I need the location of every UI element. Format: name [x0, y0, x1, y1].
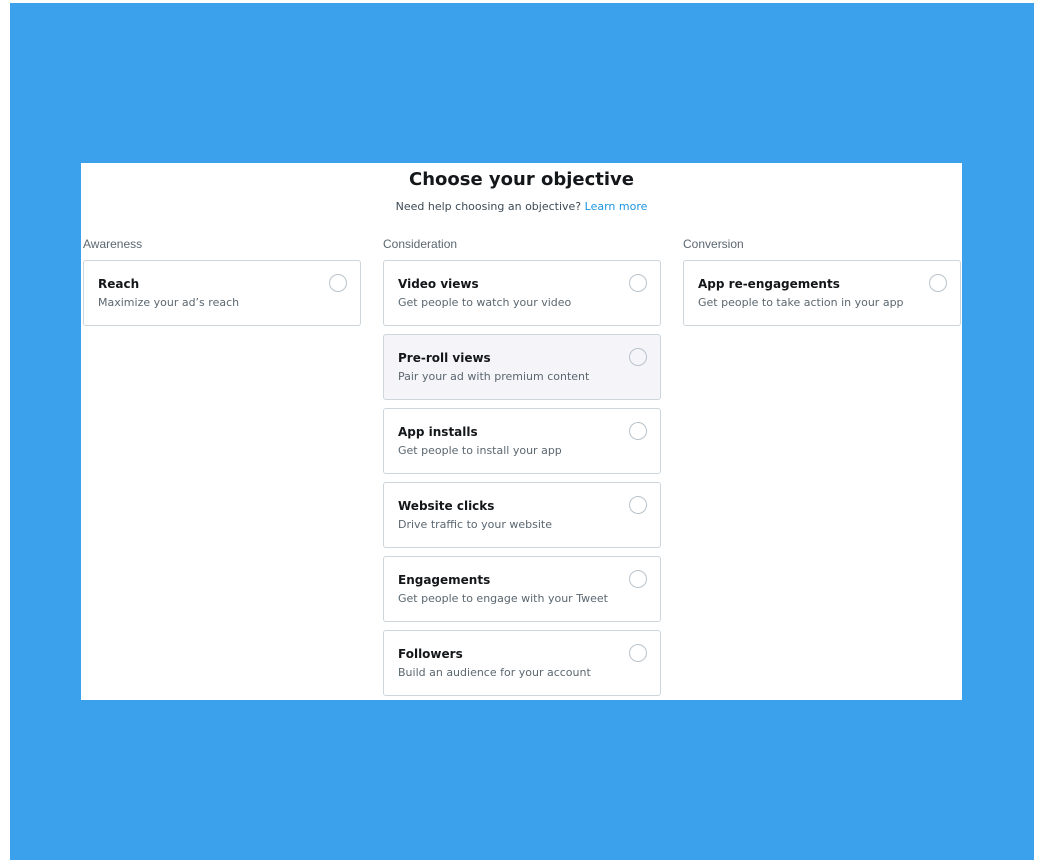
- card-title: Video views: [398, 277, 479, 291]
- objective-card-website-clicks[interactable]: Website clicks Drive traffic to your web…: [383, 482, 661, 548]
- card-description: Pair your ad with premium content: [398, 370, 590, 383]
- radio-button-icon[interactable]: [629, 422, 647, 440]
- column-heading-conversion: Conversion: [683, 237, 744, 251]
- card-title: Pre-roll views: [398, 351, 491, 365]
- radio-button-icon[interactable]: [929, 274, 947, 292]
- radio-button-icon[interactable]: [629, 348, 647, 366]
- objective-card-pre-roll-views[interactable]: Pre-roll views Pair your ad with premium…: [383, 334, 661, 400]
- awareness-column: Awareness Reach Maximize your ad’s reach: [83, 237, 361, 334]
- radio-button-icon[interactable]: [629, 496, 647, 514]
- help-text: Need help choosing an objective?: [395, 200, 582, 213]
- card-description: Drive traffic to your website: [398, 518, 552, 531]
- objective-card-video-views[interactable]: Video views Get people to watch your vid…: [383, 260, 661, 326]
- learn-more-link[interactable]: Learn more: [585, 200, 648, 213]
- objective-card-app-re-engagements[interactable]: App re-engagements Get people to take ac…: [683, 260, 961, 326]
- radio-button-icon[interactable]: [629, 570, 647, 588]
- radio-button-icon[interactable]: [329, 274, 347, 292]
- card-title: App re-engagements: [698, 277, 840, 291]
- objective-card-engagements[interactable]: Engagements Get people to engage with yo…: [383, 556, 661, 622]
- card-title: Reach: [98, 277, 140, 291]
- card-description: Get people to watch your video: [398, 296, 572, 309]
- card-description: Build an audience for your account: [398, 666, 591, 679]
- objective-card-app-installs[interactable]: App installs Get people to install your …: [383, 408, 661, 474]
- objective-panel: Choose your objective Need help choosing…: [81, 163, 962, 700]
- radio-button-icon[interactable]: [629, 274, 647, 292]
- card-title: Followers: [398, 647, 463, 661]
- card-description: Get people to engage with your Tweet: [398, 592, 608, 605]
- card-title: Website clicks: [398, 499, 495, 513]
- consideration-column: Consideration Video views Get people to …: [383, 237, 661, 700]
- column-heading-awareness: Awareness: [83, 237, 143, 251]
- objective-card-followers[interactable]: Followers Build an audience for your acc…: [383, 630, 661, 696]
- objective-card-reach[interactable]: Reach Maximize your ad’s reach: [83, 260, 361, 326]
- card-title: App installs: [398, 425, 478, 439]
- card-description: Get people to install your app: [398, 444, 562, 457]
- conversion-column: Conversion App re-engagements Get people…: [683, 237, 961, 334]
- card-description: Maximize your ad’s reach: [98, 296, 240, 309]
- card-title: Engagements: [398, 573, 491, 587]
- radio-button-icon[interactable]: [629, 644, 647, 662]
- help-text-line: Need help choosing an objective? Learn m…: [81, 200, 962, 214]
- column-heading-consideration: Consideration: [383, 237, 458, 251]
- card-description: Get people to take action in your app: [698, 296, 904, 309]
- page-title: Choose your objective: [408, 169, 635, 190]
